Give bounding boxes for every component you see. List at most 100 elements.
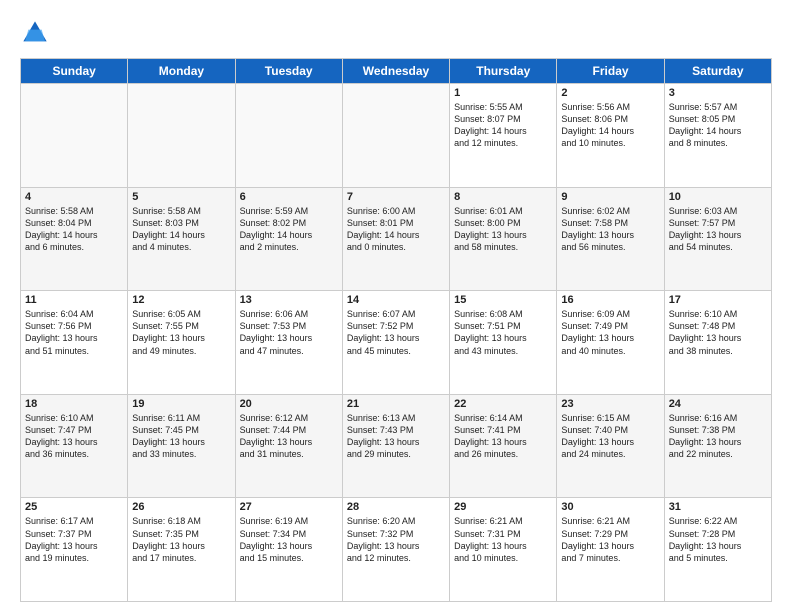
calendar-cell: 12 Sunrise: 6:05 AM Sunset: 7:55 PM Dayli… — [128, 291, 235, 395]
day-number: 25 — [25, 501, 123, 513]
day-number: 13 — [240, 294, 338, 306]
day-content: Sunrise: 6:03 AM Sunset: 7:57 PM Dayligh… — [669, 205, 767, 254]
day-number: 11 — [25, 294, 123, 306]
day-number: 9 — [561, 191, 659, 203]
day-content: Sunrise: 5:56 AM Sunset: 8:06 PM Dayligh… — [561, 101, 659, 150]
calendar-cell: 25 Sunrise: 6:17 AM Sunset: 7:37 PM Dayli… — [21, 498, 128, 602]
day-header-saturday: Saturday — [664, 59, 771, 84]
calendar-cell: 13 Sunrise: 6:06 AM Sunset: 7:53 PM Dayli… — [235, 291, 342, 395]
day-content: Sunrise: 6:18 AM Sunset: 7:35 PM Dayligh… — [132, 515, 230, 564]
calendar-cell: 22Sunrise: 6:14 AM Sunset: 7:41 PM Dayli… — [450, 394, 557, 498]
day-number: 24 — [669, 398, 767, 410]
day-content: Sunrise: 6:14 AM Sunset: 7:41 PM Dayligh… — [454, 412, 552, 461]
calendar-cell: 31 Sunrise: 6:22 AM Sunset: 7:28 PM Dayli… — [664, 498, 771, 602]
day-number: 10 — [669, 191, 767, 203]
day-content: Sunrise: 6:16 AM Sunset: 7:38 PM Dayligh… — [669, 412, 767, 461]
calendar-cell: 16Sunrise: 6:09 AM Sunset: 7:49 PM Dayli… — [557, 291, 664, 395]
calendar-cell: 2 Sunrise: 5:56 AM Sunset: 8:06 PM Daylig… — [557, 84, 664, 188]
calendar-cell — [21, 84, 128, 188]
day-number: 21 — [347, 398, 445, 410]
day-number: 19 — [132, 398, 230, 410]
calendar-cell: 15 Sunrise: 6:08 AM Sunset: 7:51 PM Dayli… — [450, 291, 557, 395]
day-content: Sunrise: 6:01 AM Sunset: 8:00 PM Dayligh… — [454, 205, 552, 254]
day-content: Sunrise: 6:09 AM Sunset: 7:49 PM Dayligh… — [561, 308, 659, 357]
calendar-cell: 11 Sunrise: 6:04 AM Sunset: 7:56 PM Dayli… — [21, 291, 128, 395]
day-content: Sunrise: 6:17 AM Sunset: 7:37 PM Dayligh… — [25, 515, 123, 564]
calendar-header-row: SundayMondayTuesdayWednesdayThursdayFrid… — [21, 59, 772, 84]
calendar-cell: 6 Sunrise: 5:59 AM Sunset: 8:02 PM Daylig… — [235, 187, 342, 291]
day-number: 26 — [132, 501, 230, 513]
day-number: 20 — [240, 398, 338, 410]
day-number: 6 — [240, 191, 338, 203]
day-number: 27 — [240, 501, 338, 513]
day-content: Sunrise: 6:05 AM Sunset: 7:55 PM Dayligh… — [132, 308, 230, 357]
day-content: Sunrise: 6:02 AM Sunset: 7:58 PM Dayligh… — [561, 205, 659, 254]
calendar-cell: 1Sunrise: 5:55 AM Sunset: 8:07 PM Daylig… — [450, 84, 557, 188]
day-header-sunday: Sunday — [21, 59, 128, 84]
calendar-cell: 28 Sunrise: 6:20 AM Sunset: 7:32 PM Dayli… — [342, 498, 449, 602]
calendar-cell: 9 Sunrise: 6:02 AM Sunset: 7:58 PM Daylig… — [557, 187, 664, 291]
day-content: Sunrise: 6:21 AM Sunset: 7:31 PM Dayligh… — [454, 515, 552, 564]
day-content: Sunrise: 6:06 AM Sunset: 7:53 PM Dayligh… — [240, 308, 338, 357]
day-content: Sunrise: 6:13 AM Sunset: 7:43 PM Dayligh… — [347, 412, 445, 461]
day-header-wednesday: Wednesday — [342, 59, 449, 84]
logo — [20, 18, 54, 48]
calendar-cell: 24 Sunrise: 6:16 AM Sunset: 7:38 PM Dayli… — [664, 394, 771, 498]
day-number: 4 — [25, 191, 123, 203]
page: SundayMondayTuesdayWednesdayThursdayFrid… — [0, 0, 792, 612]
calendar-cell: 3 Sunrise: 5:57 AM Sunset: 8:05 PM Daylig… — [664, 84, 771, 188]
day-number: 15 — [454, 294, 552, 306]
calendar-cell: 5Sunrise: 5:58 AM Sunset: 8:03 PM Daylig… — [128, 187, 235, 291]
day-number: 2 — [561, 87, 659, 99]
calendar-cell: 29Sunrise: 6:21 AM Sunset: 7:31 PM Dayli… — [450, 498, 557, 602]
day-header-tuesday: Tuesday — [235, 59, 342, 84]
calendar-cell — [235, 84, 342, 188]
day-content: Sunrise: 5:58 AM Sunset: 8:03 PM Dayligh… — [132, 205, 230, 254]
day-content: Sunrise: 6:07 AM Sunset: 7:52 PM Dayligh… — [347, 308, 445, 357]
day-header-monday: Monday — [128, 59, 235, 84]
day-number: 14 — [347, 294, 445, 306]
calendar-week-5: 25 Sunrise: 6:17 AM Sunset: 7:37 PM Dayli… — [21, 498, 772, 602]
day-content: Sunrise: 5:59 AM Sunset: 8:02 PM Dayligh… — [240, 205, 338, 254]
day-content: Sunrise: 6:21 AM Sunset: 7:29 PM Dayligh… — [561, 515, 659, 564]
calendar-week-1: 1Sunrise: 5:55 AM Sunset: 8:07 PM Daylig… — [21, 84, 772, 188]
day-number: 23 — [561, 398, 659, 410]
day-content: Sunrise: 6:20 AM Sunset: 7:32 PM Dayligh… — [347, 515, 445, 564]
day-number: 28 — [347, 501, 445, 513]
logo-icon — [20, 18, 50, 48]
calendar-cell: 17 Sunrise: 6:10 AM Sunset: 7:48 PM Dayli… — [664, 291, 771, 395]
calendar-cell: 8Sunrise: 6:01 AM Sunset: 8:00 PM Daylig… — [450, 187, 557, 291]
day-content: Sunrise: 6:22 AM Sunset: 7:28 PM Dayligh… — [669, 515, 767, 564]
day-number: 30 — [561, 501, 659, 513]
calendar-cell: 18 Sunrise: 6:10 AM Sunset: 7:47 PM Dayli… — [21, 394, 128, 498]
calendar-cell: 23 Sunrise: 6:15 AM Sunset: 7:40 PM Dayli… — [557, 394, 664, 498]
calendar-cell: 30 Sunrise: 6:21 AM Sunset: 7:29 PM Dayli… — [557, 498, 664, 602]
day-number: 12 — [132, 294, 230, 306]
day-header-thursday: Thursday — [450, 59, 557, 84]
day-content: Sunrise: 6:10 AM Sunset: 7:48 PM Dayligh… — [669, 308, 767, 357]
calendar-cell: 27Sunrise: 6:19 AM Sunset: 7:34 PM Dayli… — [235, 498, 342, 602]
day-content: Sunrise: 6:11 AM Sunset: 7:45 PM Dayligh… — [132, 412, 230, 461]
day-number: 1 — [454, 87, 552, 99]
day-number: 17 — [669, 294, 767, 306]
calendar-table: SundayMondayTuesdayWednesdayThursdayFrid… — [20, 58, 772, 602]
day-content: Sunrise: 6:08 AM Sunset: 7:51 PM Dayligh… — [454, 308, 552, 357]
day-content: Sunrise: 6:04 AM Sunset: 7:56 PM Dayligh… — [25, 308, 123, 357]
calendar-cell: 26 Sunrise: 6:18 AM Sunset: 7:35 PM Dayli… — [128, 498, 235, 602]
day-content: Sunrise: 5:57 AM Sunset: 8:05 PM Dayligh… — [669, 101, 767, 150]
day-content: Sunrise: 6:15 AM Sunset: 7:40 PM Dayligh… — [561, 412, 659, 461]
calendar-cell: 21 Sunrise: 6:13 AM Sunset: 7:43 PM Dayli… — [342, 394, 449, 498]
calendar-cell: 20 Sunrise: 6:12 AM Sunset: 7:44 PM Dayli… — [235, 394, 342, 498]
day-content: Sunrise: 5:58 AM Sunset: 8:04 PM Dayligh… — [25, 205, 123, 254]
calendar-cell: 7Sunrise: 6:00 AM Sunset: 8:01 PM Daylig… — [342, 187, 449, 291]
calendar-cell: 14 Sunrise: 6:07 AM Sunset: 7:52 PM Dayli… — [342, 291, 449, 395]
day-content: Sunrise: 6:10 AM Sunset: 7:47 PM Dayligh… — [25, 412, 123, 461]
day-content: Sunrise: 6:12 AM Sunset: 7:44 PM Dayligh… — [240, 412, 338, 461]
calendar-cell — [128, 84, 235, 188]
calendar-week-4: 18 Sunrise: 6:10 AM Sunset: 7:47 PM Dayli… — [21, 394, 772, 498]
day-number: 18 — [25, 398, 123, 410]
day-number: 3 — [669, 87, 767, 99]
day-header-friday: Friday — [557, 59, 664, 84]
day-number: 31 — [669, 501, 767, 513]
calendar-cell — [342, 84, 449, 188]
